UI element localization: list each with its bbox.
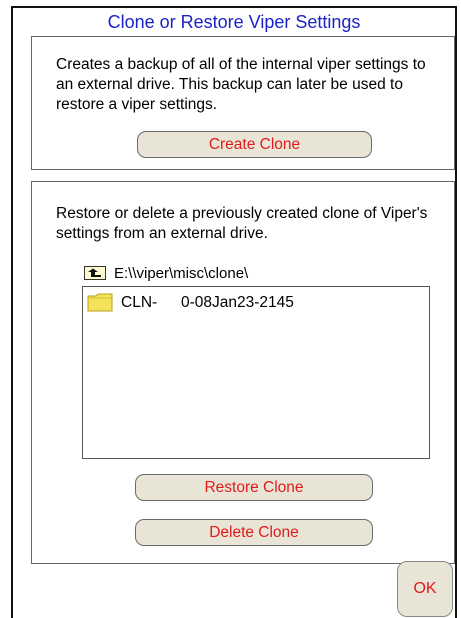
clone-file-list[interactable]: CLN- 0-08Jan23-2145 (82, 286, 430, 459)
restore-description: Restore or delete a previously created c… (56, 205, 428, 242)
file-name: CLN- (121, 293, 158, 311)
restore-panel: Restore or delete a previously created c… (31, 181, 455, 564)
folder-up-icon[interactable] (84, 266, 106, 280)
file-date: 0-08Jan23-2145 (181, 293, 294, 311)
restore-clone-button[interactable]: Restore Clone (135, 474, 373, 501)
delete-clone-button[interactable]: Delete Clone (135, 519, 373, 546)
backup-panel: Creates a backup of all of the internal … (31, 36, 455, 170)
backup-description: Creates a backup of all of the internal … (56, 56, 426, 113)
ok-button[interactable]: OK (397, 561, 453, 617)
current-path: E:\\viper\misc\clone\ (84, 264, 248, 282)
folder-icon (87, 293, 113, 312)
dialog-frame: Clone or Restore Viper Settings Creates … (11, 6, 457, 618)
create-clone-button[interactable]: Create Clone (137, 131, 372, 158)
path-label: E:\\viper\misc\clone\ (114, 264, 249, 282)
list-item[interactable]: CLN- 0-08Jan23-2145 (87, 293, 294, 312)
dialog-title: Clone or Restore Viper Settings (107, 12, 361, 32)
